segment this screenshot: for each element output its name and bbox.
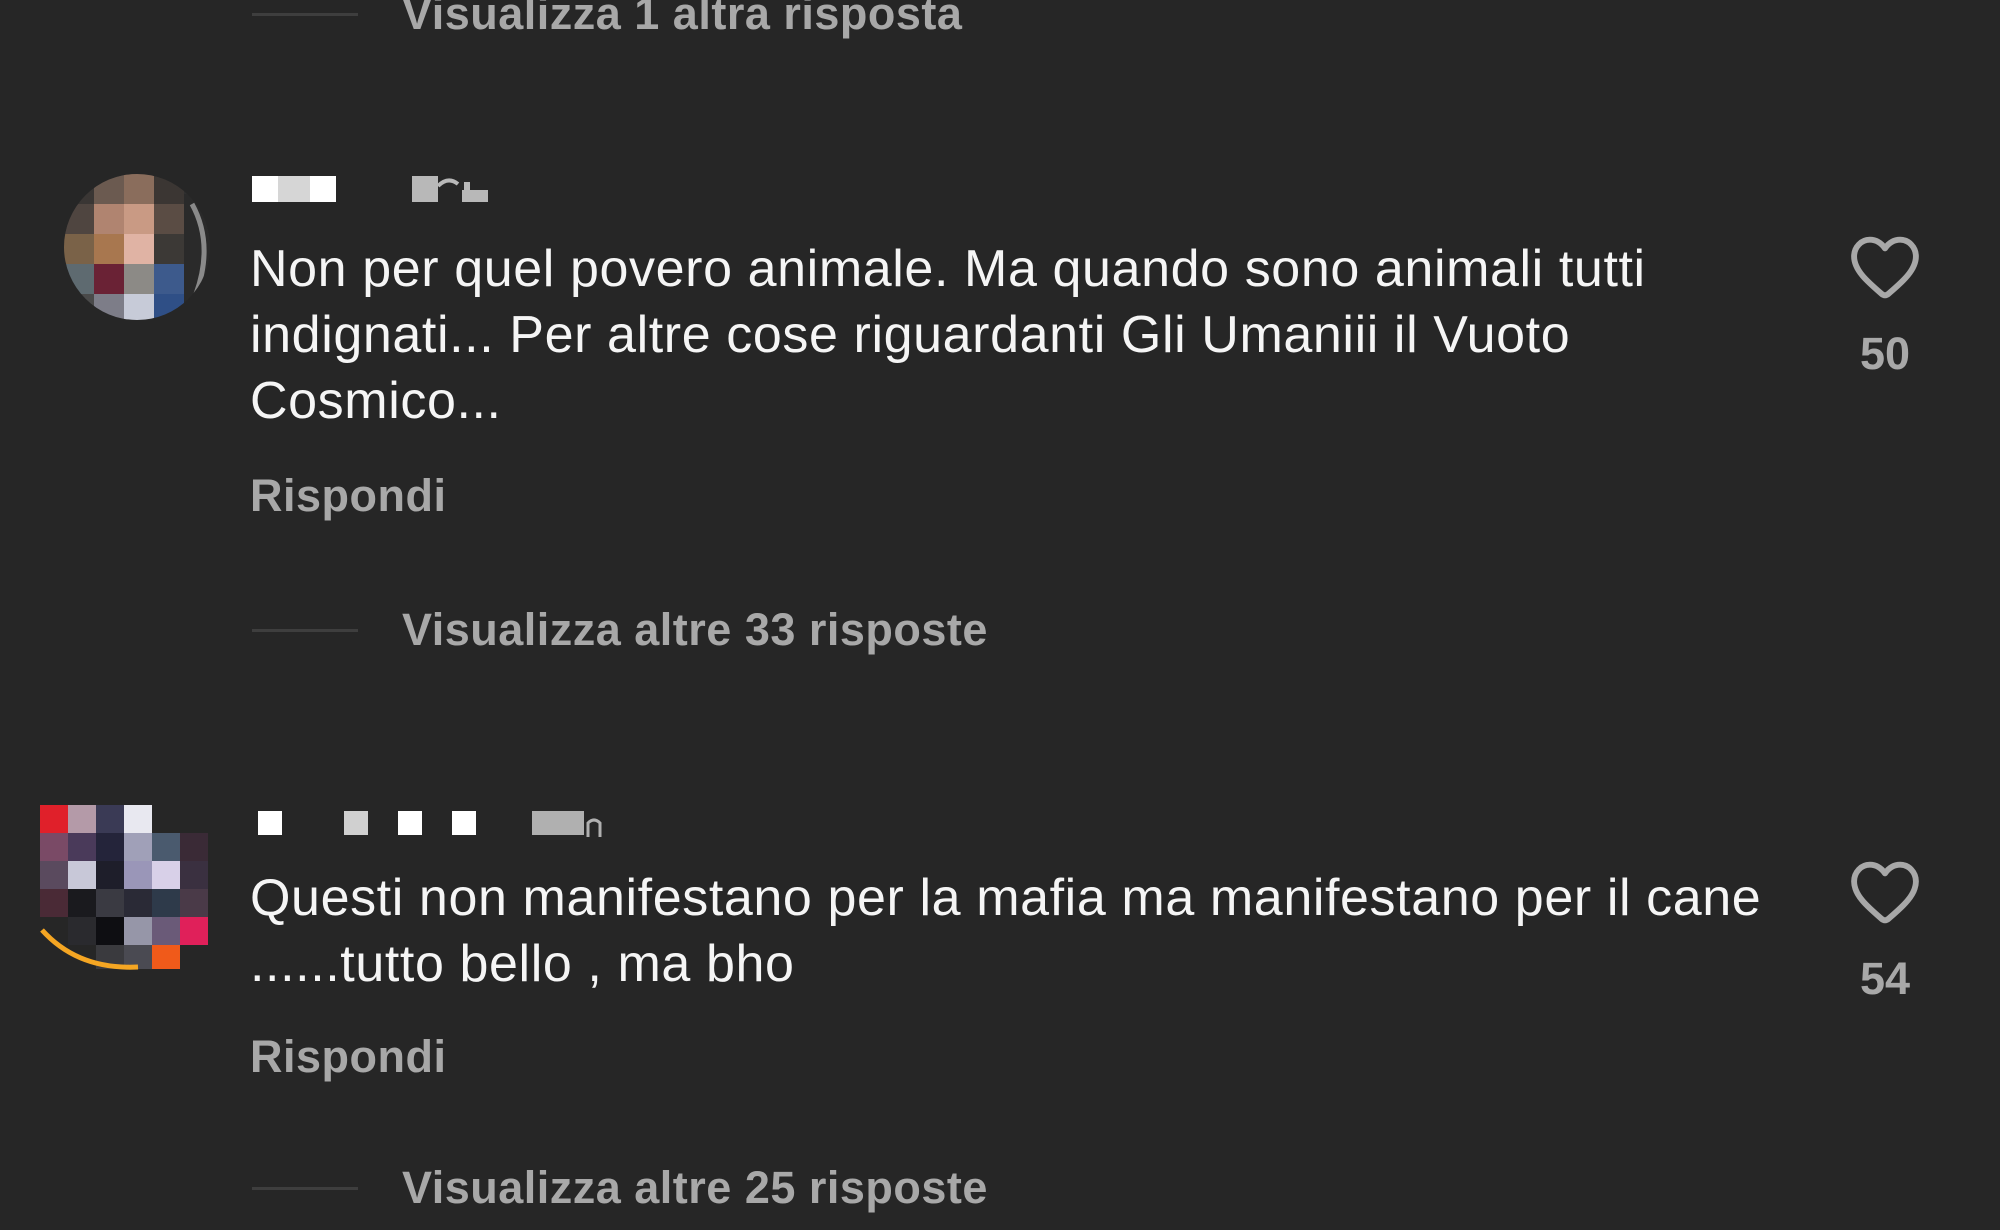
- like-count: 54: [1859, 953, 1911, 1004]
- reply-button[interactable]: Rispondi: [250, 470, 446, 522]
- heart-outline-icon[interactable]: [1847, 232, 1923, 300]
- replies-divider-line: [252, 628, 358, 632]
- like-section: 50: [1840, 232, 1930, 380]
- comment-text: Questi non manifestano per la mafia ma m…: [250, 869, 1762, 993]
- username-redacted[interactable]: [252, 805, 632, 841]
- reply-button[interactable]: Rispondi: [250, 1031, 446, 1083]
- view-replies-label: Visualizza 1 altra risposta: [402, 0, 963, 39]
- view-more-replies[interactable]: Visualizza altre 25 risposte: [252, 1156, 988, 1220]
- like-section: 54: [1840, 857, 1930, 1005]
- comment: Non per quel povero animale. Ma quando s…: [0, 170, 2000, 530]
- view-replies-label: Visualizza altre 25 risposte: [402, 1162, 988, 1213]
- like-count: 50: [1859, 328, 1911, 379]
- username-redacted[interactable]: [252, 170, 572, 206]
- heart-outline-icon[interactable]: [1847, 857, 1923, 925]
- avatar[interactable]: [38, 795, 210, 975]
- comment: Questi non manifestano per la mafia ma m…: [0, 795, 2000, 1095]
- replies-divider-line: [252, 1186, 358, 1190]
- comment-text: Non per quel povero animale. Ma quando s…: [250, 240, 1646, 430]
- replies-divider-line: [252, 12, 358, 16]
- view-more-replies-top[interactable]: Visualizza 1 altra risposta: [252, 0, 962, 46]
- avatar[interactable]: [64, 174, 210, 320]
- view-replies-label: Visualizza altre 33 risposte: [402, 604, 988, 655]
- view-more-replies[interactable]: Visualizza altre 33 risposte: [252, 598, 988, 662]
